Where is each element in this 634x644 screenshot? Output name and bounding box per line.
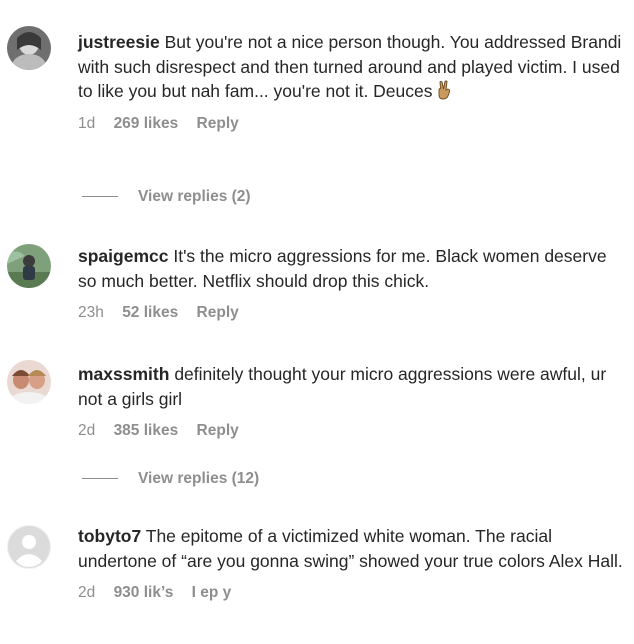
comment-username[interactable]: spaigemcc (78, 246, 168, 266)
comment-meta: 1d 269 likes Reply (78, 115, 626, 133)
comment-text: maxssmith definitely thought your micro … (78, 362, 626, 411)
comment-meta: 2d 930 lik’s I ep y (78, 584, 626, 602)
comment-text: spaigemcc It's the micro aggressions for… (78, 244, 626, 293)
view-replies-label: View replies (12) (138, 470, 260, 487)
comment-body: The epitome of a victimized white woman.… (78, 526, 623, 571)
comment-likes[interactable]: 269 likes (114, 115, 179, 132)
comment-username[interactable]: justreesie (78, 32, 160, 52)
avatar-photo-icon (7, 244, 51, 288)
avatar-photo-icon (7, 360, 51, 404)
default-avatar-icon (7, 525, 51, 569)
comment-username[interactable]: maxssmith (78, 364, 169, 384)
reply-button[interactable]: Reply (197, 422, 239, 439)
comment-username[interactable]: tobyto7 (78, 526, 141, 546)
comment-time: 1d (78, 114, 96, 132)
divider-line (82, 196, 118, 198)
view-replies-button[interactable]: View replies (2) (82, 188, 251, 206)
avatar[interactable] (7, 244, 51, 288)
comment-time: 2d (78, 422, 96, 439)
victory-hand-icon (438, 80, 450, 100)
comment-text: tobyto7 The epitome of a victimized whit… (78, 524, 626, 573)
comment-likes[interactable]: 385 likes (114, 422, 179, 439)
comment-text: justreesie But you're not a nice person … (78, 30, 626, 104)
comment-meta: 23h 52 likes Reply (78, 304, 626, 322)
comment-time: 2d (78, 584, 96, 601)
reply-button[interactable]: Reply (197, 115, 239, 132)
avatar[interactable] (7, 26, 51, 70)
reply-button[interactable]: I ep y (192, 584, 232, 601)
avatar[interactable] (7, 360, 51, 404)
reply-button[interactable]: Reply (197, 304, 239, 321)
comment-body: But you're not a nice person though. You… (78, 32, 622, 101)
view-replies-label: View replies (2) (138, 188, 251, 205)
view-replies-button[interactable]: View replies (12) (82, 470, 259, 488)
comment-meta: 2d 385 likes Reply (78, 422, 626, 440)
comment-time: 23h (78, 304, 104, 321)
divider-line (82, 478, 118, 480)
avatar[interactable] (7, 525, 51, 569)
avatar-photo-icon (7, 26, 51, 70)
comment-likes[interactable]: 52 likes (122, 304, 178, 321)
comment-likes[interactable]: 930 lik’s (114, 584, 174, 601)
